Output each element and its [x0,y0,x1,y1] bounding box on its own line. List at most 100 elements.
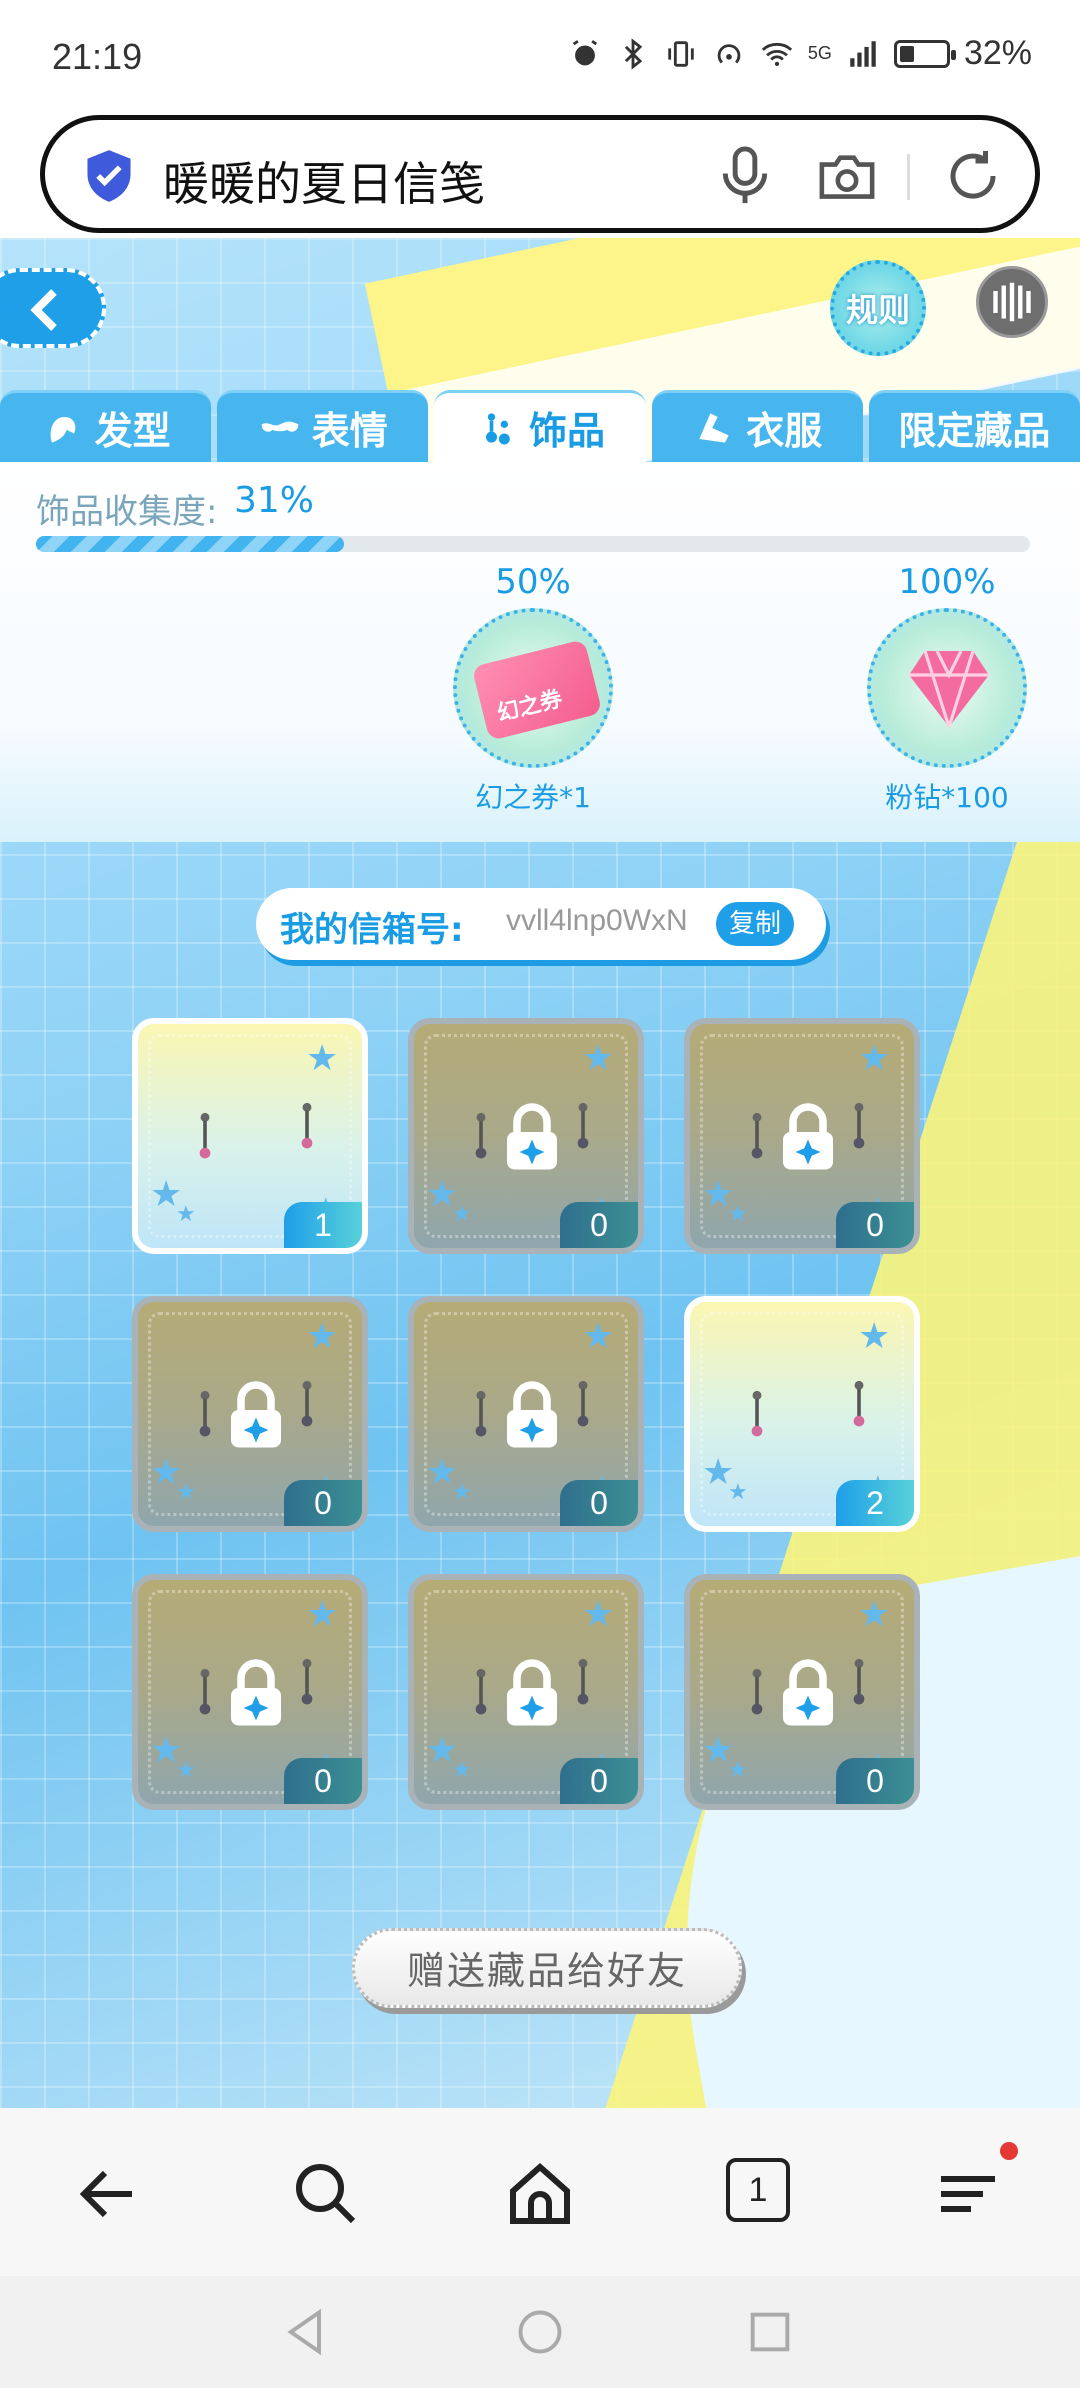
earring-icon [475,1112,487,1159]
earring-icon [751,1390,763,1437]
clothes-icon [699,412,729,443]
earring-icon [486,412,510,444]
lock-icon [783,1103,833,1170]
accessory-item[interactable]: ★★★★0 [684,1574,920,1810]
tab-clothes[interactable]: 衣服 [651,390,863,462]
page-title[interactable]: 暖暖的夏日信笺 [163,148,485,214]
earring-icon [475,1390,487,1437]
back-button[interactable] [0,268,106,348]
reward-ticket[interactable]: 幻之券 [453,608,613,768]
alarm-icon [572,39,598,65]
star-icon: ★ [728,1480,748,1505]
earring-icon [577,1380,589,1427]
item-count: 0 [836,1202,914,1248]
nav-recents-icon[interactable] [744,2306,796,2358]
star-icon: ★ [306,1038,339,1079]
camera-icon[interactable] [815,148,879,204]
star-icon: ★ [452,1202,472,1227]
music-icon[interactable] [976,266,1048,338]
accessory-item[interactable]: ★★★★0 [408,1296,644,1532]
tabs-button[interactable]: 1 [726,2158,790,2222]
item-count: 0 [560,1202,638,1248]
mailbox-value: vvll4lnp0WxN [506,904,688,937]
gift-collection-button[interactable]: 赠送藏品给好友 [352,1928,742,2008]
star-icon: ★ [176,1480,196,1505]
milestone-100: 100% 粉钻*100 [862,562,1032,816]
accessory-item[interactable]: ★★★★0 [132,1296,368,1532]
earring-icon [751,1668,763,1715]
battery-percent: 32% [963,34,1032,72]
search-icon[interactable] [290,2158,362,2230]
tab-label: 表情 [311,409,388,453]
rules-button[interactable]: 规则 [830,260,926,356]
bluetooth-icon [624,37,643,70]
ticket-text: 幻之券 [494,686,565,727]
tab-expression[interactable]: 表情 [217,390,429,462]
milestone-reward: 幻之券*1 [475,781,591,814]
accessory-item[interactable]: ★★★★0 [684,1018,920,1254]
star-icon: ★ [858,1038,891,1079]
nav-home-icon[interactable] [514,2306,566,2358]
star-icon: ★ [306,1316,339,1357]
notification-dot [1000,2142,1018,2160]
nav-back-icon[interactable] [280,2306,332,2358]
system-nav-bar [0,2276,1080,2388]
status-icons: 5G 32% [568,34,1032,73]
tab-label: 衣服 [746,409,823,453]
lock-icon [783,1659,833,1726]
earring-icon [577,1102,589,1149]
earring-icon [301,1658,313,1705]
hotspot-icon [717,43,741,63]
item-count: 2 [836,1480,914,1526]
item-count: 0 [284,1480,362,1526]
browser-toolbar: 1 [0,2108,1080,2276]
milestone-reward: 粉钻*100 [885,781,1009,814]
signal-icon [850,40,876,67]
star-icon: ★ [452,1758,472,1783]
progress-bar [36,536,1030,552]
lock-icon [231,1381,281,1448]
menu-icon[interactable] [932,2158,1004,2230]
progress-fill [36,536,345,552]
earring-icon [751,1112,763,1159]
mailbox-id-box: 我的信箱号: vvll4lnp0WxN 复制 [256,888,826,960]
earring-icon [199,1668,211,1715]
accessory-item[interactable]: ★★★★0 [408,1018,644,1254]
url-divider [907,154,910,200]
shield-icon [87,150,131,202]
status-time: 21:19 [52,36,143,77]
tab-label: 限定藏品 [898,409,1051,453]
item-count: 0 [836,1758,914,1804]
reward-diamond[interactable] [867,608,1027,768]
milestone-50: 50% 幻之券 幻之券*1 [448,562,618,816]
tab-hair[interactable]: 发型 [0,390,212,462]
earring-icon [475,1668,487,1715]
back-arrow-icon[interactable] [72,2158,144,2230]
tab-label: 发型 [94,409,171,453]
tab-accessory[interactable]: 饰品 [434,390,646,462]
item-count: 0 [560,1758,638,1804]
accessory-item[interactable]: ★★★★0 [132,1574,368,1810]
home-icon[interactable] [504,2158,576,2230]
reload-icon[interactable] [943,146,1003,206]
collection-progress-panel: 饰品收集度: 31% 50% 幻之券 幻之券*1 100% 粉钻*100 [0,462,1080,842]
tab-label: 饰品 [529,409,606,453]
accessory-item[interactable]: ★★★★2 [684,1296,920,1532]
accessory-item[interactable]: ★★★★0 [408,1574,644,1810]
accessory-item[interactable]: ★★★★1 [132,1018,368,1254]
star-icon: ★ [728,1202,748,1227]
wifi-icon [761,42,793,66]
battery-icon [893,39,956,68]
item-count: 0 [284,1758,362,1804]
star-icon: ★ [582,1594,615,1635]
vibrate-icon [668,40,694,67]
address-bar[interactable]: 暖暖的夏日信笺 [40,115,1040,233]
copy-button[interactable]: 复制 [716,902,794,946]
tab-limited[interactable]: 限定藏品 [868,390,1080,462]
item-count: 1 [284,1202,362,1248]
earring-icon [301,1380,313,1427]
star-icon: ★ [582,1038,615,1079]
mic-icon[interactable] [715,144,775,208]
earring-icon [199,1390,211,1437]
item-count: 0 [560,1480,638,1526]
